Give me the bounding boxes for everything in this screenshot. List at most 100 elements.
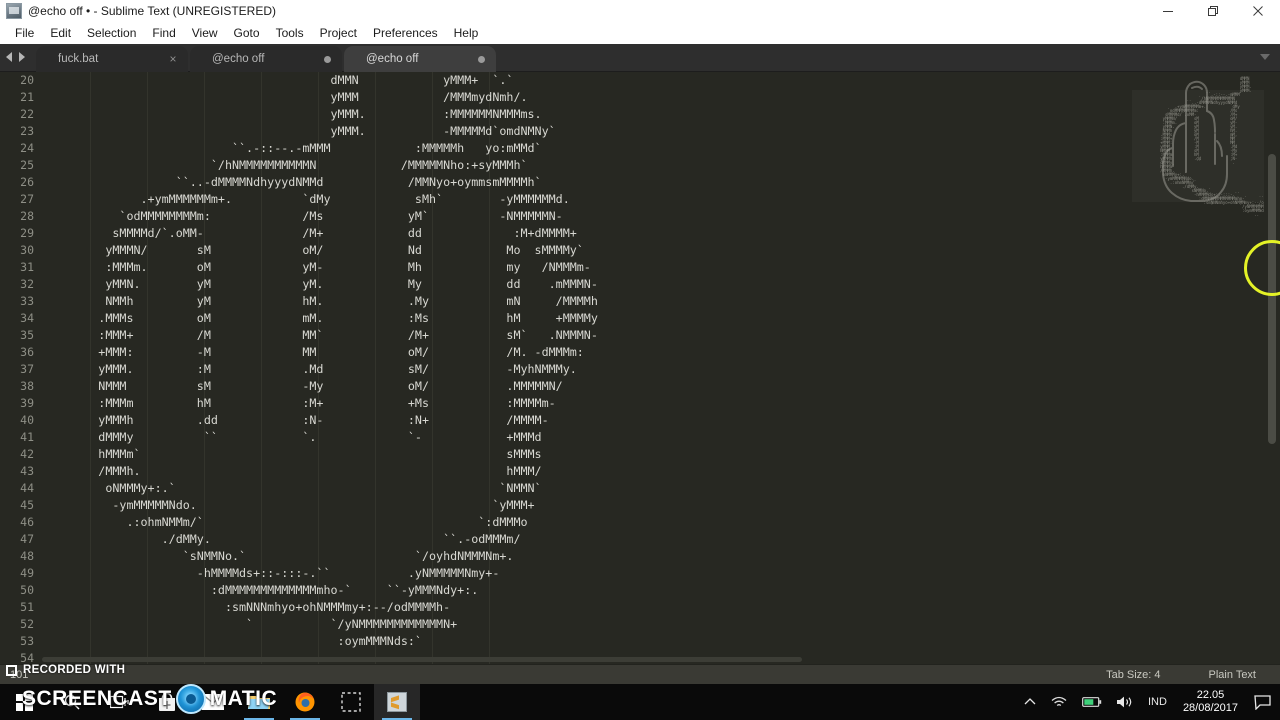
line-number: 25 bbox=[20, 158, 34, 172]
line-number: 20 bbox=[20, 73, 34, 87]
menu-item-tools[interactable]: Tools bbox=[268, 23, 312, 43]
menu-item-preferences[interactable]: Preferences bbox=[365, 23, 446, 43]
sublime-text-icon[interactable] bbox=[374, 684, 420, 720]
windows-start-icon[interactable] bbox=[0, 684, 48, 720]
code-line[interactable]: :smNNNmhyo+ohNMMMmy+:--/odMMMMh- bbox=[42, 599, 1132, 616]
code-line[interactable]: ./dMMy. ``.-odMMMm/ bbox=[42, 531, 1132, 548]
code-line[interactable]: dMMN yMMM+ `.` bbox=[42, 72, 1132, 89]
code-line[interactable]: :dMMMMMMMMMMMMMmho-` ``-yMMMNdy+:. bbox=[42, 582, 1132, 599]
line-number: 42 bbox=[20, 447, 34, 461]
menu-item-edit[interactable]: Edit bbox=[42, 23, 79, 43]
chevron-right-icon[interactable] bbox=[19, 52, 25, 62]
line-number: 50 bbox=[20, 583, 34, 597]
title-bar: @echo off • - Sublime Text (UNREGISTERED… bbox=[0, 0, 1280, 22]
notification-icon[interactable] bbox=[1248, 684, 1276, 720]
code-line[interactable]: yMMMN/ sM oM/ Nd Mo sMMMMy` bbox=[42, 242, 1132, 259]
menu-item-view[interactable]: View bbox=[184, 23, 226, 43]
menu-item-goto[interactable]: Goto bbox=[226, 23, 268, 43]
tab-size-indicator[interactable]: Tab Size: 4 bbox=[1082, 665, 1184, 685]
code-line[interactable]: yMMM /MMMmydNmh/. bbox=[42, 89, 1132, 106]
code-line[interactable]: yMMM. :MMMMMMNMMMms. bbox=[42, 106, 1132, 123]
line-number: 40 bbox=[20, 413, 34, 427]
minimize-icon[interactable] bbox=[1145, 0, 1190, 22]
line-number: 47 bbox=[20, 532, 34, 546]
vertical-scrollbar-thumb[interactable] bbox=[1268, 154, 1276, 444]
code-line[interactable]: :MMMm hM :M+ +Ms :MMMMm- bbox=[42, 395, 1132, 412]
chevron-down-icon[interactable] bbox=[1260, 54, 1270, 60]
mail-icon[interactable] bbox=[190, 684, 236, 720]
code-line[interactable]: +MMM: -M MM oM/ /M. -dMMMm: bbox=[42, 344, 1132, 361]
editor-area[interactable]: 20 21 22 23 24 25 26 27 28 29 30 31 32 33 34 35 36 37 38 39… bbox=[0, 72, 1280, 664]
horizontal-scrollbar-thumb[interactable] bbox=[42, 657, 802, 662]
line-number: 26 bbox=[20, 175, 34, 189]
wifi-icon[interactable] bbox=[1044, 684, 1074, 720]
store-icon[interactable] bbox=[144, 684, 190, 720]
code-line[interactable]: NMMh yM hM. .My mN /MMMMh bbox=[42, 293, 1132, 310]
taskbar-apps bbox=[144, 684, 420, 720]
code-line[interactable]: -hMMMMds+::-:::-.`` .yNMMMMMNmy+- bbox=[42, 565, 1132, 582]
code-line[interactable]: yMMM. :M .Md sM/ -MyhNMMMy. bbox=[42, 361, 1132, 378]
task-view-icon[interactable] bbox=[96, 684, 144, 720]
code-line[interactable]: yMMMh .dd :N- :N+ /MMMM- bbox=[42, 412, 1132, 429]
code-line[interactable]: ``..-dMMMMNdhyyydNMMd /MMNyo+oymmsmMMMMh… bbox=[42, 174, 1132, 191]
line-column-indicator: 101 bbox=[10, 668, 29, 681]
chevron-left-icon[interactable] bbox=[6, 52, 12, 62]
code-line[interactable]: `sNMMNo.` `/oyhdNMMMNm+. bbox=[42, 548, 1132, 565]
code-content[interactable]: dMMN yMMM+ `.` yMMM /MMMmydNmh/. yMMM. :… bbox=[42, 72, 1132, 664]
code-line[interactable]: -ymMMMMMNdo. `yMMM+ bbox=[42, 497, 1132, 514]
line-number: 24 bbox=[20, 141, 34, 155]
middle-finger-ascii-thumbnail bbox=[1162, 80, 1228, 202]
volume-icon[interactable] bbox=[1110, 684, 1140, 720]
line-number: 27 bbox=[20, 192, 34, 206]
snipping-tool-icon[interactable] bbox=[328, 684, 374, 720]
menu-item-selection[interactable]: Selection bbox=[79, 23, 144, 43]
code-line[interactable]: .:ohmNMMm/` `:dMMMo bbox=[42, 514, 1132, 531]
clock-time: 22.05 bbox=[1196, 689, 1225, 701]
code-line[interactable]: ``.-::--.-mMMM :MMMMMh yo:mMMd` bbox=[42, 140, 1132, 157]
syntax-indicator[interactable]: Plain Text bbox=[1185, 665, 1280, 685]
vertical-scrollbar[interactable] bbox=[1265, 72, 1278, 664]
line-number: 30 bbox=[20, 243, 34, 257]
code-line[interactable]: ` `/yNMMMMMMMMMMMMN+ bbox=[42, 616, 1132, 633]
language-indicator[interactable]: IND bbox=[1142, 684, 1173, 720]
menu-item-find[interactable]: Find bbox=[144, 23, 183, 43]
line-number: 46 bbox=[20, 515, 34, 529]
code-line[interactable]: :oymMMMNds:` bbox=[42, 633, 1132, 650]
code-line[interactable]: .+ymMMMMMMm+. `dMy sMh` -yMMMMMMd. bbox=[42, 191, 1132, 208]
line-number: 51 bbox=[20, 600, 34, 614]
tab-echo-off-1[interactable]: @echo off bbox=[190, 46, 342, 72]
close-icon[interactable]: × bbox=[166, 52, 180, 66]
file-explorer-icon[interactable] bbox=[236, 684, 282, 720]
minimap[interactable]: dMMN yMM yMMM /MM yMMM. :MM yMMM. - bbox=[1132, 72, 1264, 664]
battery-icon[interactable] bbox=[1076, 684, 1108, 720]
window-title: @echo off • - Sublime Text (UNREGISTERED… bbox=[28, 4, 277, 18]
restore-icon[interactable] bbox=[1190, 0, 1235, 22]
menu-item-project[interactable]: Project bbox=[312, 23, 365, 43]
code-line[interactable]: .MMMs oM mM. :Ms hM +MMMMy bbox=[42, 310, 1132, 327]
code-line[interactable]: yMMM. -MMMMMd`omdNMNy` bbox=[42, 123, 1132, 140]
search-icon[interactable] bbox=[48, 684, 96, 720]
code-line[interactable]: /MMMh. hMMM/ bbox=[42, 463, 1132, 480]
menu-item-help[interactable]: Help bbox=[446, 23, 487, 43]
clock[interactable]: 22.05 28/08/2017 bbox=[1175, 684, 1246, 720]
code-line[interactable]: :MMMm. oM yM- Mh my /NMMMm- bbox=[42, 259, 1132, 276]
unsaved-dot-icon[interactable] bbox=[324, 55, 331, 63]
status-right: Tab Size: 4 Plain Text bbox=[1082, 665, 1280, 685]
code-line[interactable]: NMMM sM -My oM/ .MMMMMN/ bbox=[42, 378, 1132, 395]
tab-fuck-bat[interactable]: fuck.bat × bbox=[36, 46, 188, 72]
tab-echo-off-2[interactable]: @echo off bbox=[344, 46, 496, 72]
close-icon[interactable] bbox=[1235, 0, 1280, 22]
firefox-icon[interactable] bbox=[282, 684, 328, 720]
code-line[interactable]: oNMMMy+:.` `NMMN` bbox=[42, 480, 1132, 497]
code-line[interactable]: :MMM+ /M MM` /M+ sM` .NMMMN- bbox=[42, 327, 1132, 344]
line-number-gutter: 20 21 22 23 24 25 26 27 28 29 30 31 32 33 34 35 36 37 38 39… bbox=[0, 72, 42, 664]
chevron-up-icon[interactable] bbox=[1018, 684, 1042, 720]
code-line[interactable]: `/hNMMMMMMMMMMN /MMMMMNho:+syMMMh` bbox=[42, 157, 1132, 174]
code-line[interactable]: hMMMm` sMMMs bbox=[42, 446, 1132, 463]
code-line[interactable]: yMMN. yM yM. My dd .mMMMN- bbox=[42, 276, 1132, 293]
menu-item-file[interactable]: File bbox=[7, 23, 42, 43]
unsaved-dot-icon[interactable] bbox=[478, 55, 485, 63]
code-line[interactable]: `odMMMMMMMMm: /Ms yM` -NMMMMMN- bbox=[42, 208, 1132, 225]
code-line[interactable]: sMMMMd/`.oMM- /M+ dd :M+dMMMM+ bbox=[42, 225, 1132, 242]
code-line[interactable]: dMMMy `` `. `- +MMMd bbox=[42, 429, 1132, 446]
